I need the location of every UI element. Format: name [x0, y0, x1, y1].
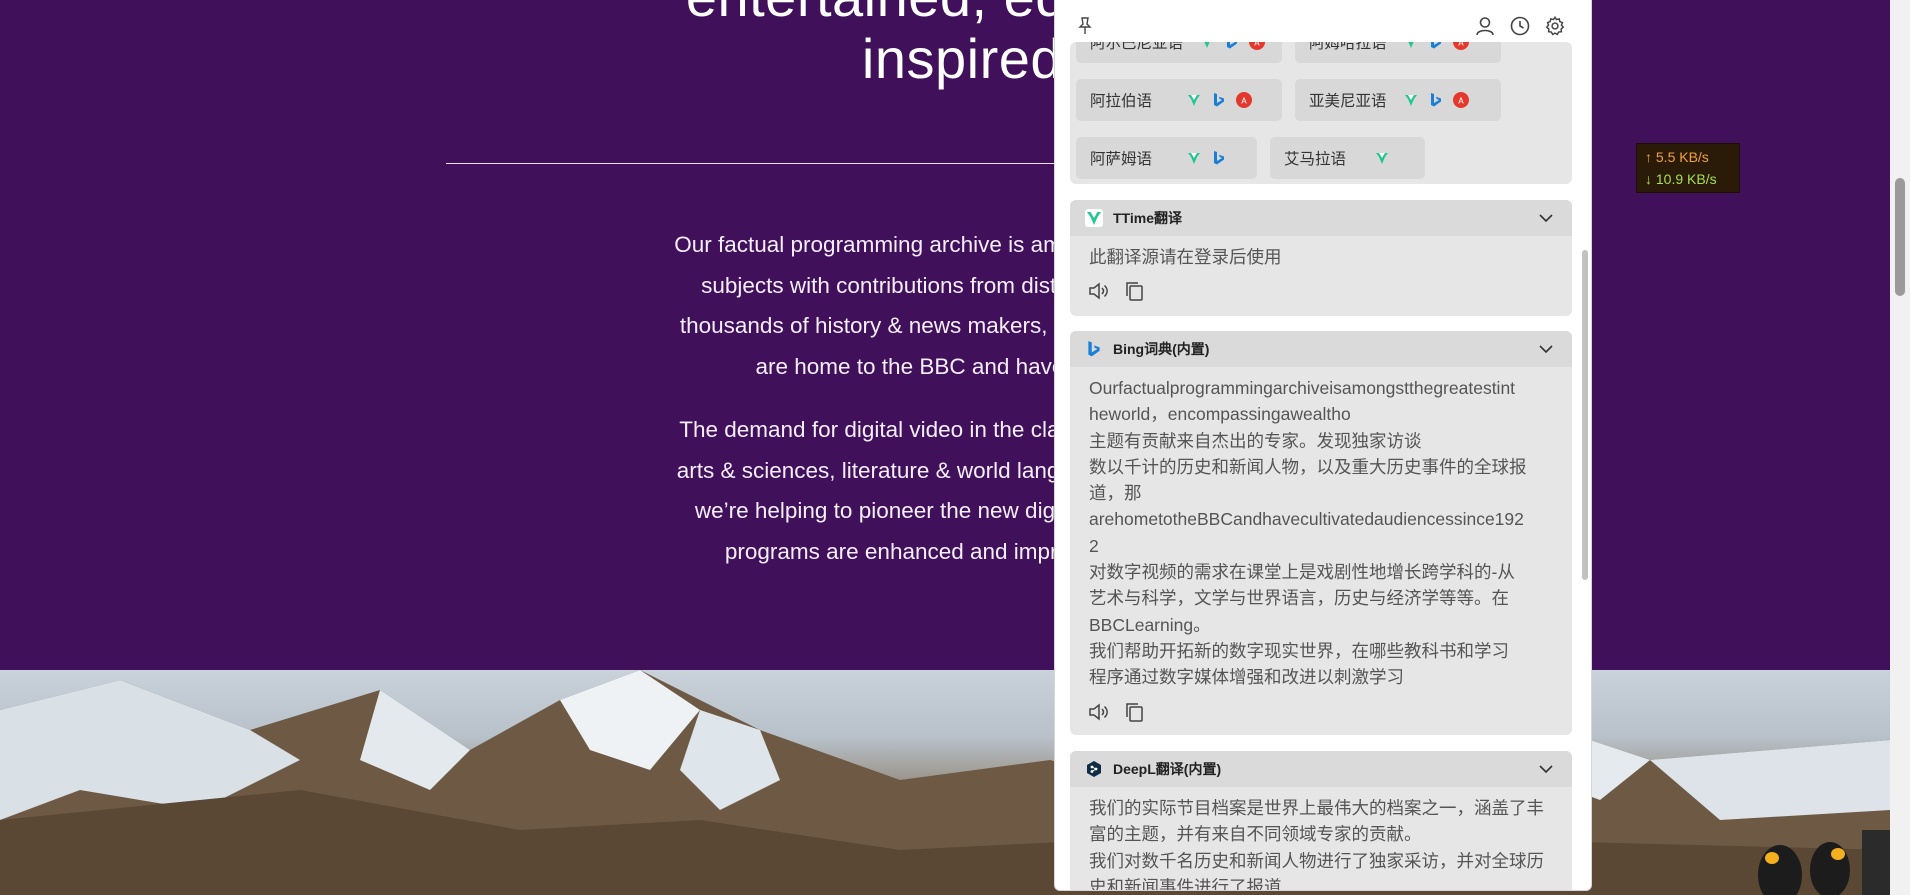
bing-logo-icon — [1224, 42, 1240, 50]
speaker-icon[interactable] — [1086, 279, 1110, 303]
background-webpage: entertained, educated, inspired! Our fac… — [0, 0, 1890, 895]
ttime-logo-icon — [1403, 42, 1419, 50]
page-scrollbar-thumb[interactable] — [1895, 178, 1905, 296]
ttime-logo-icon — [1403, 92, 1419, 108]
user-icon[interactable] — [1473, 14, 1497, 38]
mountain-penguin-photo — [0, 670, 1890, 895]
result-line: 此翻译源请在登录后使用 — [1089, 247, 1282, 267]
panel-scrollbar-thumb[interactable] — [1582, 250, 1588, 580]
settings-icon[interactable] — [1543, 14, 1567, 38]
ttime-result-text: 此翻译源请在登录后使用 — [1070, 236, 1572, 270]
bing-card-header[interactable]: Bing词典(内置) — [1070, 331, 1572, 367]
speaker-icon[interactable] — [1086, 700, 1110, 724]
language-name: 阿尔巴尼亚语 — [1090, 42, 1184, 52]
pin-icon[interactable] — [1073, 14, 1097, 38]
deepl-logo-icon — [1085, 760, 1103, 778]
deepl-result-text: 我们的实际节目档案是世界上最伟大的档案之一，涵盖了丰 富的主题，并有来自不同领域… — [1070, 787, 1572, 891]
result-line: 程序通过数字媒体增强和改进以刺激学习 — [1089, 667, 1404, 688]
chevron-down-icon[interactable] — [1538, 210, 1554, 226]
ttime-translation-card: TTime翻译 此翻译源请在登录后使用 — [1070, 200, 1572, 316]
bing-result-text: Ourfactualprogrammingarchiveisamongstthe… — [1070, 367, 1572, 691]
chevron-down-icon[interactable] — [1538, 761, 1554, 777]
result-line: 我们的实际节目档案是世界上最伟大的档案之一，涵盖了丰 — [1089, 798, 1544, 818]
ttime-card-header[interactable]: TTime翻译 — [1070, 200, 1572, 236]
result-line: 艺术与科学，文学与世界语言，历史与经济学等等。在 — [1089, 588, 1509, 609]
result-line: 主题有贡献来自杰出的专家。发现独家访谈 — [1089, 430, 1422, 451]
bing-logo-icon — [1085, 340, 1103, 358]
result-line: arehometotheBBCandhavecultivatedaudience… — [1089, 509, 1524, 530]
svg-text:A: A — [1458, 97, 1464, 106]
download-speed: ↓ 10.9 KB/s — [1645, 171, 1717, 187]
language-name: 阿拉伯语 — [1090, 93, 1153, 110]
ttime-logo-icon — [1199, 42, 1215, 50]
result-line: 我们对数千名历史和新闻人物进行了独家采访，并对全球历 — [1089, 850, 1544, 871]
deepl-card-header[interactable]: DeepL翻译(内置) — [1070, 751, 1572, 787]
svg-text:A: A — [1241, 97, 1247, 106]
history-icon[interactable] — [1508, 14, 1532, 38]
youdao-logo-icon: A — [1236, 92, 1253, 108]
ttime-card-title: TTime翻译 — [1113, 210, 1182, 226]
ttime-logo-icon — [1374, 150, 1390, 166]
bing-logo-icon — [1211, 92, 1227, 108]
youdao-logo-icon: A — [1452, 92, 1469, 108]
upload-speed: ↑ 5.5 KB/s — [1645, 149, 1709, 165]
network-speed-widget: ↑ 5.5 KB/s ↓ 10.9 KB/s — [1636, 143, 1740, 193]
result-line: 富的主题，并有来自不同领域专家的贡献。 — [1089, 824, 1422, 845]
language-chip-arabic[interactable]: 阿拉伯语 A — [1076, 79, 1282, 121]
youdao-logo-icon: A — [1249, 42, 1266, 50]
result-line: BBCLearning。 — [1089, 614, 1211, 635]
chevron-down-icon[interactable] — [1538, 341, 1554, 357]
bing-logo-icon — [1211, 150, 1227, 166]
language-name: 亚美尼亚语 — [1309, 93, 1387, 110]
translation-panel: 阿尔巴尼亚语 A 阿姆哈拉语 A 阿拉伯语 A 亚美尼亚语 A 阿萨姆语 艾马拉… — [1054, 0, 1592, 891]
ttime-logo-icon — [1186, 150, 1202, 166]
bing-logo-icon — [1428, 42, 1444, 50]
result-line: 对数字视频的需求在课堂上是戏剧性地增长跨学科的-从 — [1089, 562, 1515, 583]
language-list: 阿尔巴尼亚语 A 阿姆哈拉语 A 阿拉伯语 A 亚美尼亚语 A 阿萨姆语 艾马拉… — [1070, 42, 1572, 184]
result-line: 我们帮助开拓新的数字现实世界，在哪些教科书和学习 — [1089, 640, 1509, 661]
result-line: 道，那 — [1089, 483, 1142, 504]
language-name: 艾马拉语 — [1284, 151, 1347, 168]
bing-logo-icon — [1428, 92, 1444, 108]
copy-icon[interactable] — [1122, 279, 1146, 303]
result-line: 数以千计的历史和新闻人物，以及重大历史事件的全球报 — [1089, 456, 1527, 477]
language-chip-amharic[interactable]: 阿姆哈拉语 A — [1295, 42, 1501, 63]
result-line: 史和新闻事件进行了报道 — [1089, 876, 1282, 891]
language-name: 阿姆哈拉语 — [1309, 42, 1387, 52]
result-line: heworld，encompassingawealtho — [1089, 404, 1351, 425]
ttime-logo-icon — [1186, 92, 1202, 108]
language-chip-assamese[interactable]: 阿萨姆语 — [1076, 137, 1257, 179]
deepl-translation-card: DeepL翻译(内置) 我们的实际节目档案是世界上最伟大的档案之一，涵盖了丰 富… — [1070, 751, 1572, 891]
language-chip-armenian[interactable]: 亚美尼亚语 A — [1295, 79, 1501, 121]
svg-text:A: A — [1254, 42, 1260, 48]
ttime-logo-icon — [1085, 209, 1103, 227]
bing-translation-card: Bing词典(内置) Ourfactualprogrammingarchivei… — [1070, 331, 1572, 735]
ttime-card-actions — [1070, 270, 1572, 312]
bing-card-actions — [1070, 691, 1572, 733]
bing-card-title: Bing词典(内置) — [1113, 341, 1210, 357]
language-chip-albanian[interactable]: 阿尔巴尼亚语 A — [1076, 42, 1282, 63]
result-line: Ourfactualprogrammingarchiveisamongstthe… — [1089, 378, 1516, 398]
page-scrollbar[interactable] — [1890, 0, 1910, 895]
youdao-logo-icon: A — [1452, 42, 1469, 50]
copy-icon[interactable] — [1122, 700, 1146, 724]
language-name: 阿萨姆语 — [1090, 151, 1153, 168]
deepl-card-title: DeepL翻译(内置) — [1113, 761, 1222, 777]
result-line: 2 — [1089, 535, 1099, 556]
language-chip-aymara[interactable]: 艾马拉语 — [1270, 137, 1425, 179]
svg-text:A: A — [1458, 42, 1464, 48]
